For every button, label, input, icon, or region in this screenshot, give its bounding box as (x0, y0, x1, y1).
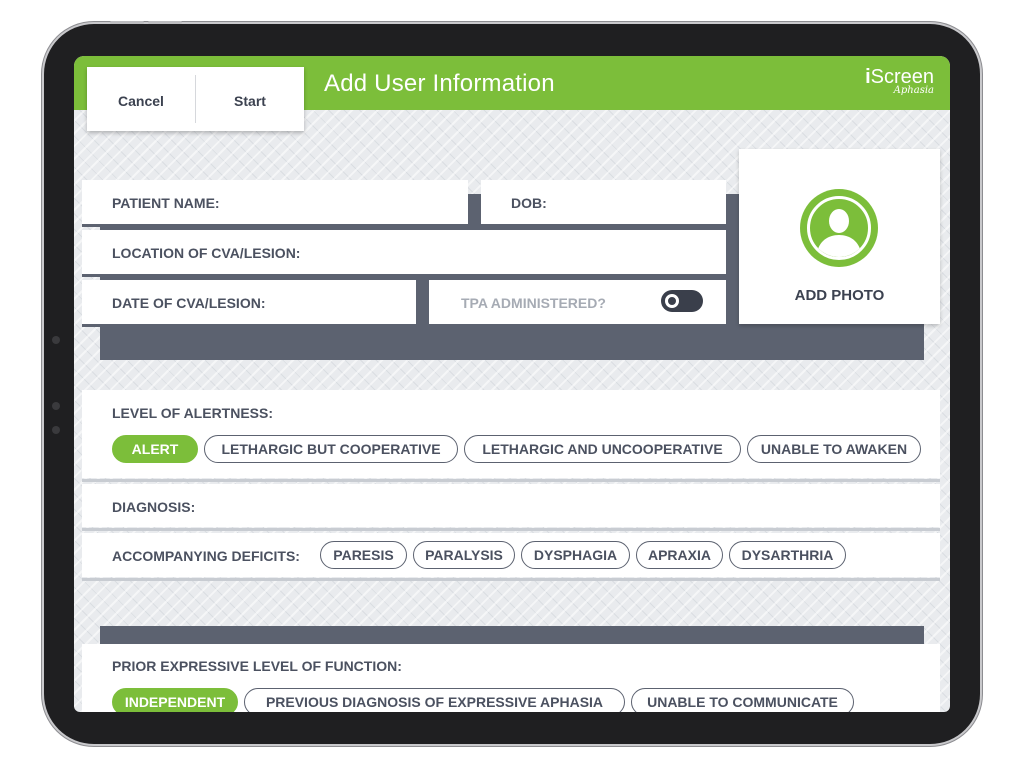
patient-name-field[interactable]: PATIENT NAME: (82, 180, 468, 224)
add-photo-button[interactable]: ADD PHOTO (739, 149, 940, 324)
app-logo: iScreen Aphasia (865, 67, 934, 96)
nav-button-group: Cancel Start (87, 67, 304, 131)
side-sensor (52, 426, 60, 434)
side-sensor (52, 336, 60, 344)
alertness-label: LEVEL OF ALERTNESS: (112, 405, 274, 421)
patient-name-label: PATIENT NAME: (112, 195, 220, 211)
deficit-option-paresis[interactable]: PARESIS (320, 541, 407, 569)
section-separator (82, 528, 940, 531)
date-of-cva-label: DATE OF CVA/LESION: (112, 295, 266, 311)
add-photo-label: ADD PHOTO (794, 287, 885, 304)
tpa-label: TPA ADMINISTERED? (461, 295, 606, 311)
diagnosis-label: DIAGNOSIS: (112, 499, 196, 515)
deficit-option-dysphagia[interactable]: DYSPHAGIA (521, 541, 630, 569)
alertness-option-lethargic-uncooperative[interactable]: LETHARGIC AND UNCOOPERATIVE (464, 435, 741, 463)
start-button[interactable]: Start (196, 67, 304, 131)
expressive-option-previous-diagnosis[interactable]: PREVIOUS DIAGNOSIS OF EXPRESSIVE APHASIA (244, 688, 625, 712)
dob-label: DOB: (511, 195, 547, 211)
person-silhouette-icon (816, 209, 862, 257)
expressive-option-unable-to-communicate[interactable]: UNABLE TO COMMUNICATE (631, 688, 854, 712)
volume-button (148, 21, 182, 24)
volume-button (110, 21, 144, 24)
dob-field[interactable]: DOB: (481, 180, 726, 224)
deficits-label: ACCOMPANYING DEFICITS: (112, 548, 300, 564)
toggle-knob (665, 294, 679, 308)
alertness-section: LEVEL OF ALERTNESS: (82, 390, 940, 478)
section-separator (82, 578, 940, 581)
deficit-option-dysarthria[interactable]: DYSARTHRIA (729, 541, 846, 569)
avatar-placeholder-icon (800, 189, 878, 267)
app-screen: Add User Information iScreen Aphasia Can… (74, 56, 950, 712)
tpa-row: TPA ADMINISTERED? (429, 280, 726, 324)
expressive-label: PRIOR EXPRESSIVE LEVEL OF FUNCTION: (112, 658, 402, 674)
expressive-option-independent[interactable]: INDEPENDENT (112, 688, 238, 712)
tpa-toggle[interactable] (661, 290, 703, 312)
diagnosis-field[interactable]: DIAGNOSIS: (82, 484, 940, 527)
deficit-option-apraxia[interactable]: APRAXIA (636, 541, 723, 569)
date-of-cva-field[interactable]: DATE OF CVA/LESION: (82, 280, 416, 324)
deficit-option-paralysis[interactable]: PARALYSIS (413, 541, 515, 569)
alertness-option-alert[interactable]: ALERT (112, 435, 198, 463)
alertness-option-lethargic-cooperative[interactable]: LETHARGIC BUT COOPERATIVE (204, 435, 458, 463)
cancel-button[interactable]: Cancel (87, 67, 195, 131)
location-label: LOCATION OF CVA/LESION: (112, 245, 301, 261)
alertness-option-unable-to-awaken[interactable]: UNABLE TO AWAKEN (747, 435, 921, 463)
side-sensor (52, 402, 60, 410)
location-field[interactable]: LOCATION OF CVA/LESION: (82, 230, 726, 274)
section-separator (82, 479, 940, 482)
page-title: Add User Information (324, 70, 555, 97)
section-divider-band (100, 626, 924, 644)
